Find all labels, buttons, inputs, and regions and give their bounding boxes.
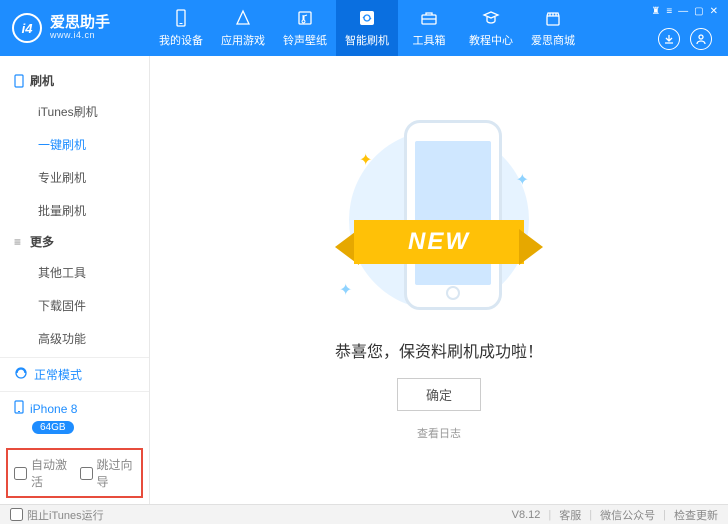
nav-toolbox[interactable]: 工具箱 [398,0,460,56]
status-bar: 阻止iTunes运行 V8.12 | 客服 | 微信公众号 | 检查更新 [0,504,728,524]
phone-icon [14,74,24,88]
apps-icon [233,8,253,28]
close-icon[interactable]: ✕ [710,6,718,17]
ringtone-icon [295,8,315,28]
settings-icon[interactable]: ♜ [651,6,660,17]
device-icon [14,400,24,417]
logo-icon: i4 [12,13,42,43]
more-icon: ≡ [14,235,24,249]
success-message: 恭喜您，保资料刷机成功啦！ [335,338,543,362]
tutorial-icon [481,8,501,28]
download-button[interactable] [658,28,680,50]
device-info[interactable]: iPhone 8 64GB [0,392,149,442]
nav-tutorials[interactable]: 教程中心 [460,0,522,56]
view-log-link[interactable]: 查看日志 [417,425,461,441]
window-controls: ♜ ≡ — ▢ ✕ [651,6,718,17]
device-icon [171,8,191,28]
brand-url: www.i4.cn [50,31,110,41]
sidebar-item-oneclick-flash[interactable]: 一键刷机 [0,128,149,161]
top-nav: 我的设备 应用游戏 铃声壁纸 智能刷机 工具箱 教程中心 爱思商城 [150,0,584,56]
mode-indicator[interactable]: 正常模式 [0,358,149,392]
auto-activate-checkbox[interactable]: 自动激活 [14,456,70,490]
sidebar-group-more: ≡ 更多 [0,227,149,256]
sidebar-item-batch-flash[interactable]: 批量刷机 [0,194,149,227]
block-itunes-checkbox[interactable]: 阻止iTunes运行 [10,507,104,523]
minimize-icon[interactable]: — [678,6,688,17]
logo: i4 爱思助手 www.i4.cn [0,13,150,43]
sidebar-group-flash: 刷机 [0,66,149,95]
sidebar-item-download-firmware[interactable]: 下载固件 [0,289,149,322]
app-header: i4 爱思助手 www.i4.cn 我的设备 应用游戏 铃声壁纸 智能刷机 工具… [0,0,728,56]
storage-badge: 64GB [32,421,74,434]
sidebar-item-advanced[interactable]: 高级功能 [0,322,149,355]
nav-my-device[interactable]: 我的设备 [150,0,212,56]
toolbox-icon [419,8,439,28]
brand-name: 爱思助手 [50,15,110,32]
nav-flash[interactable]: 智能刷机 [336,0,398,56]
main-content: ✦ ✦ ✦ NEW 恭喜您，保资料刷机成功啦！ 确定 查看日志 [150,56,728,504]
sidebar: 刷机 iTunes刷机 一键刷机 专业刷机 批量刷机 ≡ 更多 其他工具 下载固… [0,56,150,504]
new-ribbon: NEW [329,215,549,269]
success-illustration: ✦ ✦ ✦ NEW [329,120,549,320]
ok-button[interactable]: 确定 [397,378,481,411]
menu-icon[interactable]: ≡ [666,6,672,17]
store-icon [543,8,563,28]
flash-options: 自动激活 跳过向导 [6,448,143,498]
support-link[interactable]: 客服 [559,507,581,523]
wechat-link[interactable]: 微信公众号 [600,507,655,523]
user-button[interactable] [690,28,712,50]
sidebar-item-itunes-flash[interactable]: iTunes刷机 [0,95,149,128]
sidebar-item-other-tools[interactable]: 其他工具 [0,256,149,289]
flash-icon [357,8,377,28]
maximize-icon[interactable]: ▢ [694,6,703,17]
check-update-link[interactable]: 检查更新 [674,507,718,523]
skip-guide-checkbox[interactable]: 跳过向导 [80,456,136,490]
version-label: V8.12 [512,509,541,521]
sidebar-item-pro-flash[interactable]: 专业刷机 [0,161,149,194]
nav-apps[interactable]: 应用游戏 [212,0,274,56]
nav-ringtones[interactable]: 铃声壁纸 [274,0,336,56]
nav-store[interactable]: 爱思商城 [522,0,584,56]
mode-icon [14,366,28,383]
